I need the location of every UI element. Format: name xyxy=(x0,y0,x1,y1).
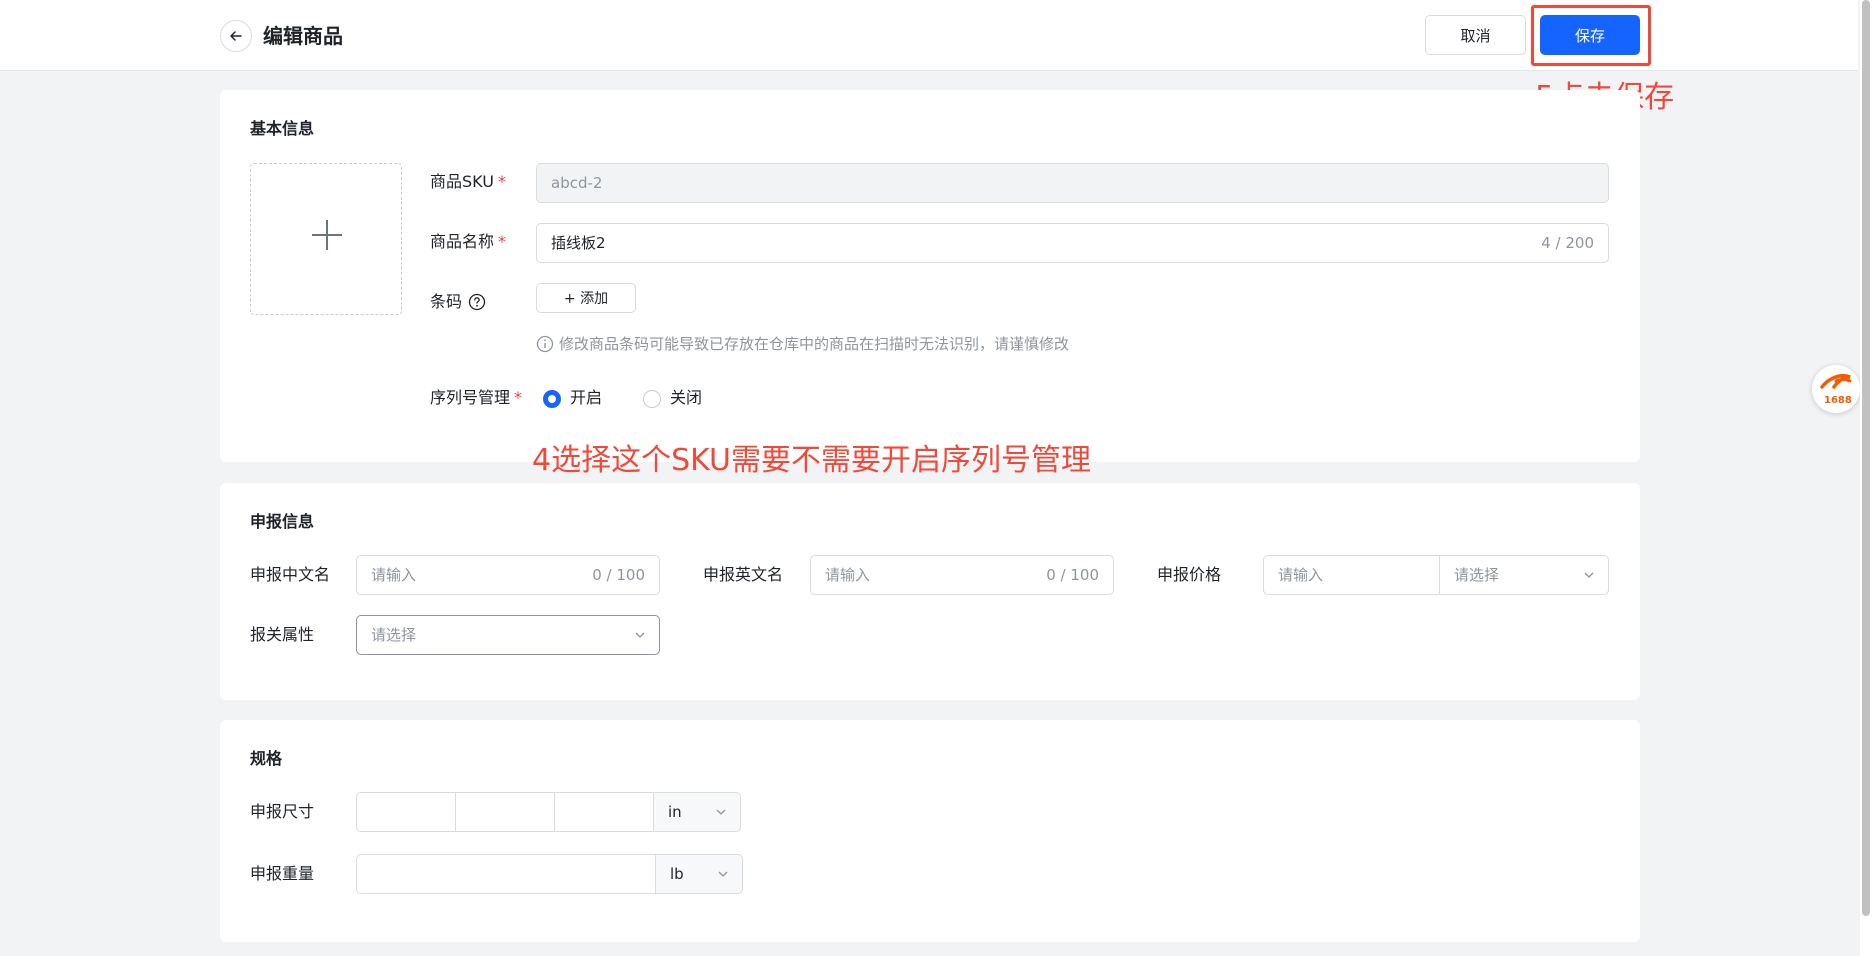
vertical-scrollbar[interactable] xyxy=(1860,0,1872,956)
required-mark: * xyxy=(497,172,506,191)
cn-name-input[interactable]: 请输入 0 / 100 xyxy=(356,555,660,595)
chevron-down-icon xyxy=(1584,572,1594,578)
barcode-label: 条码 xyxy=(430,290,486,314)
chevron-down-icon xyxy=(635,632,645,638)
serial-on-radio[interactable] xyxy=(543,390,561,408)
customs-label: 报关属性 xyxy=(250,625,315,644)
name-input[interactable]: 插线板2 4 / 200 xyxy=(536,223,1609,263)
cn-name-counter: 0 / 100 xyxy=(592,566,645,584)
alibaba-1688-badge[interactable]: 1688 xyxy=(1812,365,1860,413)
customs-select[interactable]: 请选择 xyxy=(356,615,660,655)
add-barcode-button[interactable]: + 添加 xyxy=(536,283,636,313)
size-width-input[interactable] xyxy=(455,792,555,832)
weight-input[interactable] xyxy=(356,854,656,894)
badge-text: 1688 xyxy=(1824,395,1852,406)
save-highlight-box xyxy=(1531,5,1651,66)
size-unit-select[interactable]: in xyxy=(653,792,741,832)
serial-off-radio[interactable] xyxy=(643,390,661,408)
chevron-down-icon xyxy=(718,871,728,877)
arrow-left-icon xyxy=(230,31,242,41)
name-label: 商品名称 * xyxy=(430,232,507,251)
name-counter: 4 / 200 xyxy=(1541,234,1594,252)
alibaba-logo-icon xyxy=(1820,374,1852,389)
required-mark: * xyxy=(514,388,523,407)
weight-label: 申报重量 xyxy=(250,864,315,883)
serial-off-label[interactable]: 关闭 xyxy=(670,386,702,410)
info-icon xyxy=(536,335,554,352)
size-length-input[interactable] xyxy=(356,792,456,832)
required-mark: * xyxy=(498,232,507,251)
en-name-label: 申报英文名 xyxy=(703,565,784,584)
help-circle-icon[interactable] xyxy=(468,293,486,311)
scrollbar-thumb[interactable] xyxy=(1862,0,1870,916)
cancel-button[interactable]: 取消 xyxy=(1425,15,1526,55)
size-label: 申报尺寸 xyxy=(250,802,315,821)
back-button[interactable] xyxy=(220,20,252,52)
image-upload[interactable] xyxy=(250,163,402,315)
cn-name-label: 申报中文名 xyxy=(250,565,331,584)
spec-title: 规格 xyxy=(250,749,283,768)
page-title: 编辑商品 xyxy=(263,24,343,48)
price-input[interactable]: 请输入 xyxy=(1263,555,1440,595)
declaration-title: 申报信息 xyxy=(250,512,315,531)
sku-input[interactable]: abcd-2 xyxy=(536,163,1609,203)
chevron-down-icon xyxy=(716,809,726,815)
basic-info-title: 基本信息 xyxy=(250,119,315,138)
price-label: 申报价格 xyxy=(1157,565,1222,584)
en-name-input[interactable]: 请输入 0 / 100 xyxy=(810,555,1114,595)
sku-label: 商品SKU * xyxy=(430,172,506,191)
currency-select[interactable]: 请选择 xyxy=(1439,555,1609,595)
annotation-step4: 4选择这个SKU需要不需要开启序列号管理 xyxy=(532,443,1091,478)
size-height-input[interactable] xyxy=(554,792,654,832)
serial-label: 序列号管理 * xyxy=(430,388,523,407)
barcode-warning: 修改商品条码可能导致已存放在仓库中的商品在扫描时无法识别，请谨慎修改 xyxy=(536,333,1069,354)
en-name-counter: 0 / 100 xyxy=(1046,566,1099,584)
weight-unit-select[interactable]: lb xyxy=(655,854,743,894)
serial-on-label[interactable]: 开启 xyxy=(570,386,602,410)
